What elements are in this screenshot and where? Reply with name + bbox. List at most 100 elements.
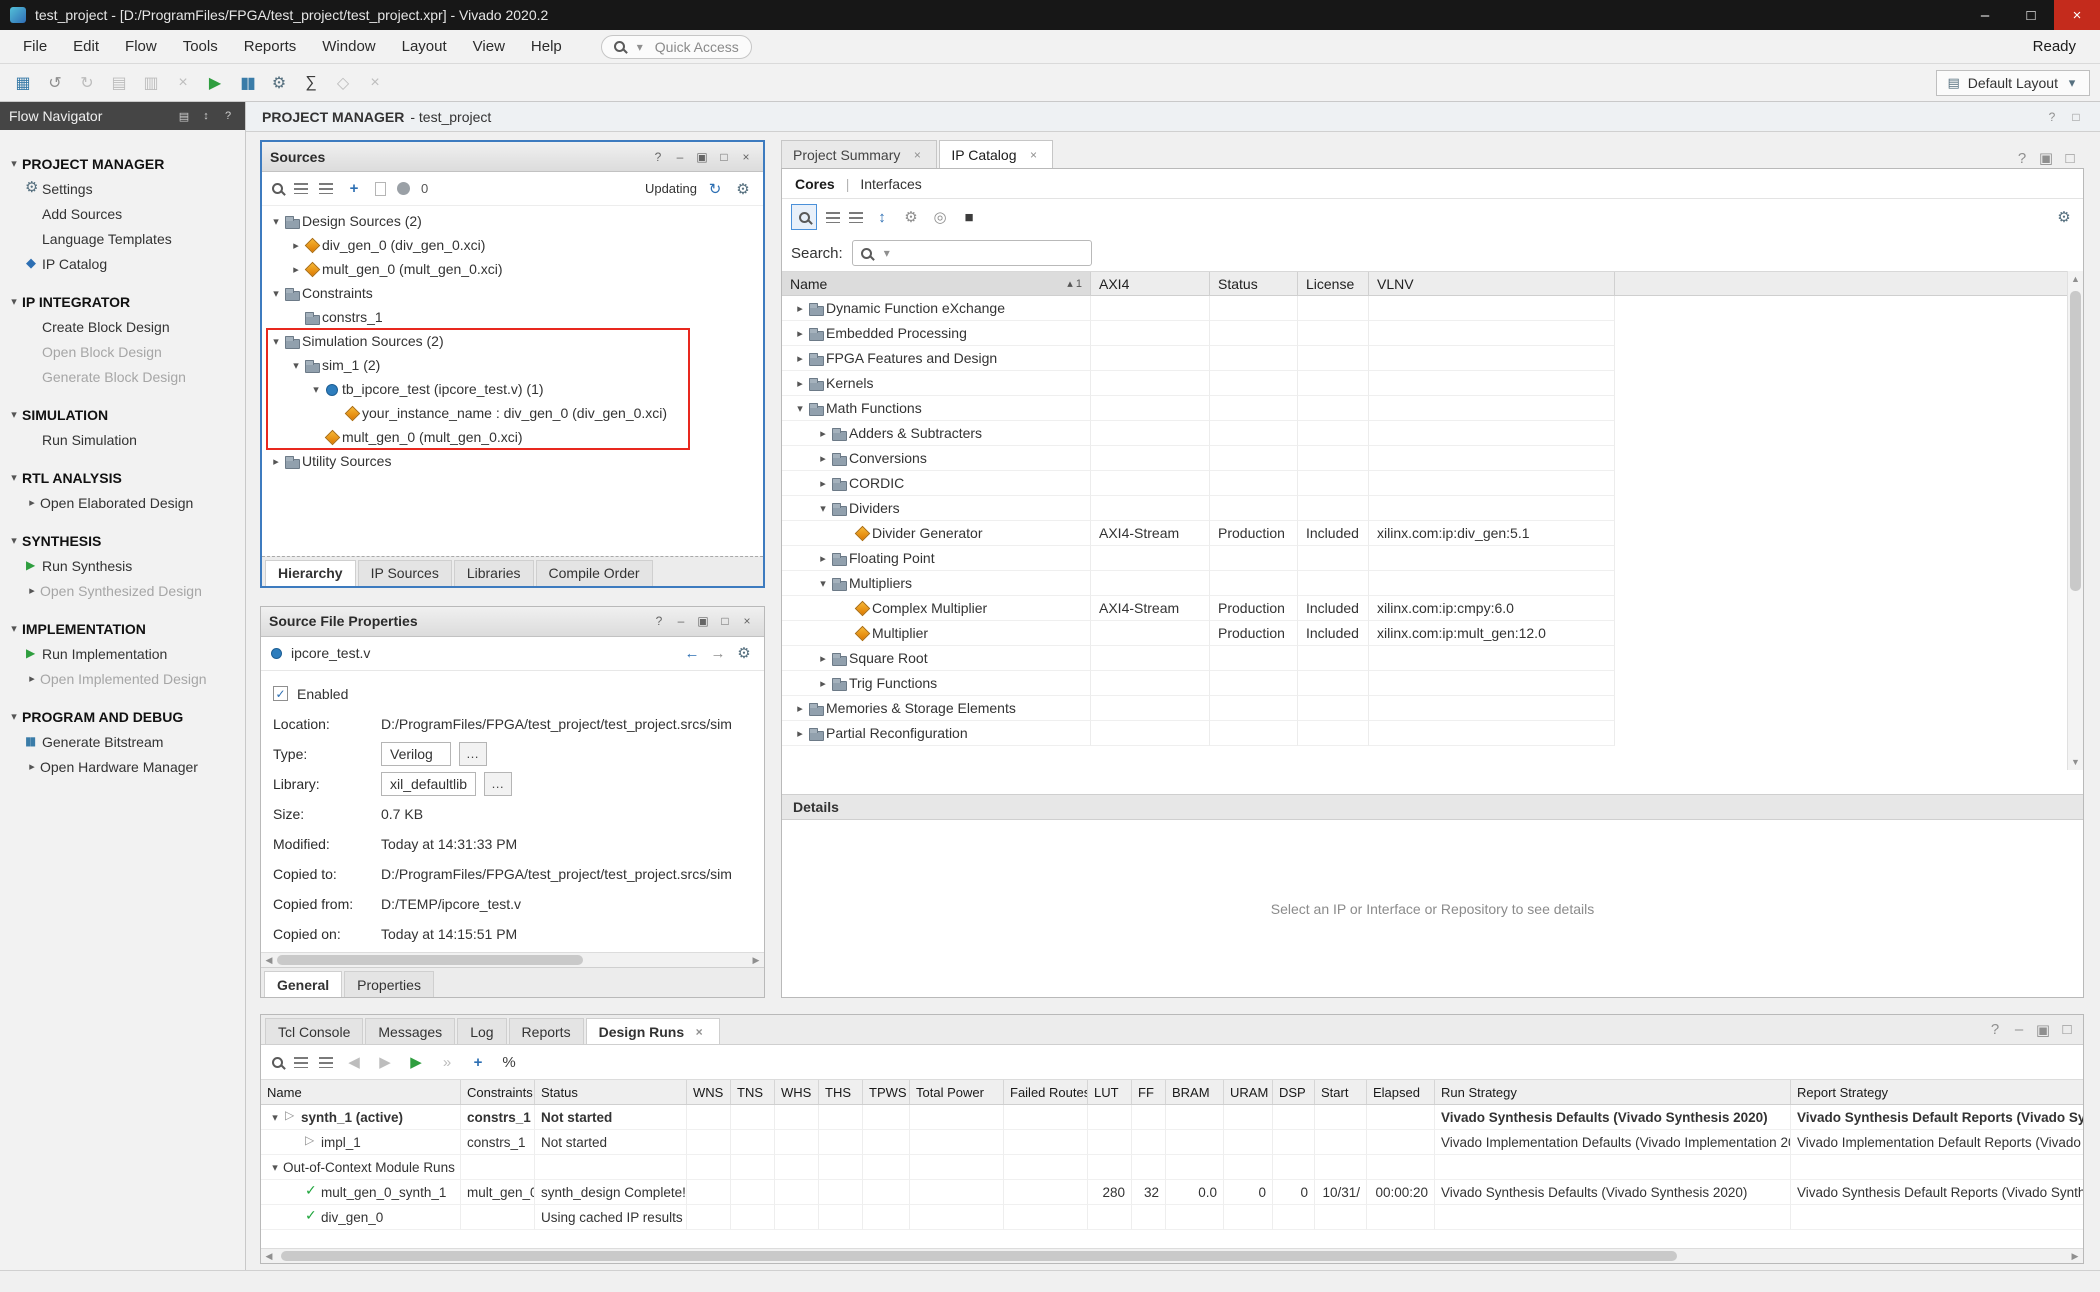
tab-properties[interactable]: Properties [344,971,434,997]
tree-chevron-icon[interactable] [815,677,831,690]
column-header-status[interactable]: Status [1210,272,1298,295]
tree-chevron-icon[interactable] [815,477,831,490]
tree-chevron-icon[interactable] [815,502,831,515]
tree-item[interactable]: div_gen_0 (div_gen_0.xci) [262,233,763,257]
ip-catalog-row[interactable]: Trig Functions [782,671,2083,696]
flow-navigator-item[interactable]: IMPLEMENTATION [0,616,245,641]
run-icon[interactable] [202,70,228,96]
menu-item[interactable]: Reports [231,30,310,63]
paste-icon[interactable] [138,70,164,96]
flow-navigator-item[interactable]: Open Elaborated Design [0,490,245,515]
tree-chevron-icon[interactable] [815,452,831,465]
resize-icon[interactable] [198,108,214,124]
flow-navigator-item[interactable]: Run Implementation [0,641,245,666]
subtab-interfaces[interactable]: Interfaces [860,176,921,192]
tree-item[interactable]: sim_1 (2) [262,353,763,377]
expand-all-icon[interactable] [319,183,333,194]
collapse-banner-icon[interactable] [2068,109,2084,125]
ip-catalog-row[interactable]: Partial Reconfiguration [782,721,2083,746]
help-icon[interactable] [2044,109,2060,125]
tree-chevron-icon[interactable] [815,427,831,440]
tree-item[interactable]: tb_ipcore_test (ipcore_test.v) (1) [262,377,763,401]
enabled-checkbox[interactable] [273,686,288,701]
redo-icon[interactable] [74,70,100,96]
help-icon[interactable] [649,148,667,166]
collapse-icon[interactable] [2009,1020,2029,1040]
column-header[interactable]: BRAM [1166,1080,1224,1104]
settings-gear-icon[interactable] [734,643,754,663]
tab-libraries[interactable]: Libraries [454,560,534,586]
expand-all-icon[interactable] [319,1057,333,1068]
scroll-left-icon[interactable] [261,1248,277,1264]
flow-navigator-item[interactable]: Generate Bitstream [0,729,245,754]
maximize-icon[interactable] [2057,1020,2077,1040]
column-header[interactable]: WHS [775,1080,819,1104]
ip-catalog-row[interactable]: Dynamic Function eXchange [782,296,2083,321]
restore-hierarchy-icon[interactable] [872,207,892,227]
fast-forward-icon[interactable] [437,1052,457,1072]
property-value[interactable]: Today at 14:31:33 PM [381,836,517,852]
refresh-icon[interactable] [705,179,725,199]
undo-icon[interactable] [42,70,68,96]
step-back-icon[interactable] [344,1052,364,1072]
copy-icon[interactable] [106,70,132,96]
tree-chevron-icon[interactable] [267,1161,283,1174]
ip-catalog-row[interactable]: Embedded Processing [782,321,2083,346]
tab-tcl-console[interactable]: Tcl Console [265,1018,363,1044]
ip-catalog-row[interactable]: Divider Generator AXI4-Stream Production… [782,521,2083,546]
tab-ip-catalog[interactable]: IP Catalog [939,140,1053,168]
ip-catalog-row[interactable]: Complex Multiplier AXI4-Stream Productio… [782,596,2083,621]
settings-gear-icon[interactable] [2054,207,2074,227]
search-icon[interactable] [272,1057,283,1068]
flow-navigator-item[interactable]: PROJECT MANAGER [0,151,245,176]
tree-item[interactable]: Design Sources (2) [262,209,763,233]
flow-navigator-item[interactable]: Language Templates [0,226,245,251]
tab-project-summary[interactable]: Project Summary [781,140,937,168]
property-value[interactable]: 0.7 KB [381,806,423,822]
tree-chevron-icon[interactable] [792,352,808,365]
property-value[interactable]: xil_defaultlib [381,772,476,796]
column-header[interactable]: Total Power [910,1080,1004,1104]
layout-selector[interactable]: Default Layout [1936,70,2090,96]
step-forward-icon[interactable] [375,1052,395,1072]
help-icon[interactable] [220,108,236,124]
browse-dots-button[interactable] [459,742,487,766]
flow-navigator-item[interactable]: PROGRAM AND DEBUG [0,704,245,729]
tree-chevron-icon[interactable] [24,584,40,597]
column-header[interactable]: WNS [687,1080,731,1104]
tree-chevron-icon[interactable] [267,1111,283,1124]
flow-navigator-item[interactable]: Create Block Design [0,314,245,339]
design-run-row[interactable]: mult_gen_0_synth_1 mult_gen_0 synth_desi… [261,1180,2083,1205]
tree-item[interactable]: constrs_1 [262,305,763,329]
tree-chevron-icon[interactable] [815,577,831,590]
tree-chevron-icon[interactable] [288,263,304,276]
sources-panel-header[interactable]: Sources [262,142,763,172]
scroll-right-icon[interactable] [2067,1248,2083,1264]
search-input[interactable] [852,240,1092,266]
browse-dots-button[interactable] [484,772,512,796]
tree-chevron-icon[interactable] [6,710,22,723]
delete-icon[interactable] [170,70,196,96]
menu-item[interactable]: File [10,30,60,63]
close-tab-icon[interactable] [691,1024,707,1040]
menu-item[interactable]: Edit [60,30,112,63]
scrollbar-thumb[interactable] [277,955,583,965]
scroll-right-icon[interactable] [748,952,764,968]
tree-chevron-icon[interactable] [6,622,22,635]
scroll-up-icon[interactable] [2068,271,2084,287]
tree-item[interactable]: Simulation Sources (2) [262,329,763,353]
tab-reports[interactable]: Reports [509,1018,584,1044]
stop-icon[interactable] [959,207,979,227]
tab-hierarchy[interactable]: Hierarchy [265,560,356,586]
design-run-row[interactable]: impl_1 constrs_1 Not started [261,1130,2083,1155]
tree-chevron-icon[interactable] [6,534,22,547]
tree-chevron-icon[interactable] [268,455,284,468]
column-header-license[interactable]: License [1298,272,1369,295]
tree-chevron-icon[interactable] [24,496,40,509]
target-icon[interactable] [930,207,950,227]
flow-navigator-item[interactable]: Run Synthesis [0,553,245,578]
scroll-down-icon[interactable] [2068,754,2084,770]
menu-item[interactable]: Help [518,30,575,63]
column-header-axi4[interactable]: AXI4 [1091,272,1210,295]
tree-chevron-icon[interactable] [308,383,324,396]
